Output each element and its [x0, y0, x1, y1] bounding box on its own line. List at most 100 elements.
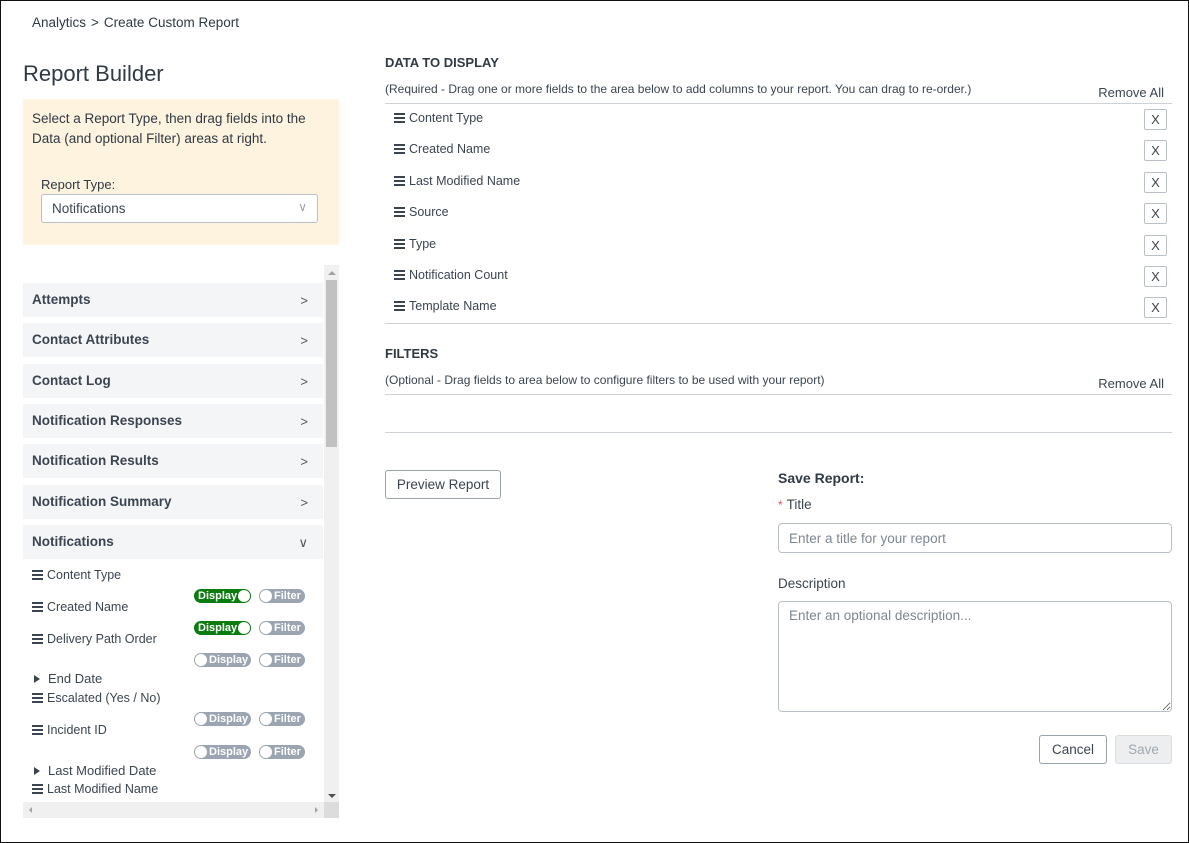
page-title: Report Builder	[23, 61, 164, 86]
toggle-label: Filter	[274, 622, 301, 634]
toggle-label: Display	[198, 622, 238, 634]
toggle-knob	[238, 590, 250, 602]
field-label: Last Modified Name	[47, 782, 159, 796]
filters-drop-area[interactable]	[385, 395, 1172, 432]
breadcrumb: Analytics > Create Custom Report	[32, 15, 239, 30]
remove-column-button[interactable]: X	[1144, 109, 1167, 130]
field-label: Delivery Path Order	[47, 632, 157, 646]
column-label: Content Type	[409, 111, 484, 125]
vertical-scrollbar[interactable]	[324, 265, 339, 802]
filter-toggle[interactable]: Filter	[259, 621, 305, 635]
toggle-knob	[238, 622, 250, 634]
field-incident-id[interactable]: Incident ID	[32, 723, 107, 737]
field-delivery-path-order[interactable]: Delivery Path Order	[32, 632, 157, 646]
field-content-type[interactable]: Content Type	[32, 568, 121, 582]
toggle-knob	[260, 590, 272, 602]
accordion-label: Notification Summary	[32, 494, 172, 509]
display-column-row[interactable]: Created Name	[394, 142, 490, 156]
drag-handle-icon	[394, 207, 405, 217]
drag-handle-icon	[394, 270, 405, 280]
chevron-right-icon: >	[300, 454, 308, 469]
display-toggle[interactable]: Display	[194, 653, 251, 667]
intro-panel: Select a Report Type, then drag fields i…	[23, 99, 339, 245]
accordion-label: Contact Attributes	[32, 332, 150, 347]
report-title-input[interactable]	[778, 523, 1172, 553]
remove-column-button[interactable]: X	[1144, 266, 1167, 287]
breadcrumb-current: Create Custom Report	[103, 15, 239, 30]
filter-toggle[interactable]: Filter	[259, 653, 305, 667]
fields-panel: Attempts > Contact Attributes > Contact Lo…	[23, 265, 339, 818]
display-column-row[interactable]: Template Name	[394, 299, 497, 313]
display-column-row[interactable]: Content Type	[394, 111, 483, 125]
toggle-label: Display	[198, 590, 238, 602]
remove-column-button[interactable]: X	[1144, 235, 1167, 256]
title-label: * Title	[778, 497, 812, 512]
display-column-row[interactable]: Source	[394, 205, 449, 219]
field-last-modified-name[interactable]: Last Modified Name	[32, 782, 158, 796]
horizontal-scrollbar[interactable]	[23, 802, 324, 818]
cancel-button[interactable]: Cancel	[1039, 735, 1107, 764]
accordion-attempts[interactable]: Attempts >	[23, 283, 323, 317]
breadcrumb-analytics[interactable]: Analytics	[32, 15, 86, 30]
caret-right-icon	[34, 767, 40, 775]
report-type-select[interactable]: Notifications ∨	[41, 194, 318, 223]
field-group-last-modified-date[interactable]: Last Modified Date	[32, 763, 156, 778]
toggle-knob	[260, 746, 272, 758]
remove-column-button[interactable]: X	[1144, 297, 1167, 318]
display-column-row[interactable]: Type	[394, 237, 436, 251]
chevron-right-icon: >	[300, 495, 308, 510]
accordion-contact-log[interactable]: Contact Log >	[23, 364, 323, 398]
accordion-notification-responses[interactable]: Notification Responses >	[23, 404, 323, 438]
accordion-label: Attempts	[32, 292, 91, 307]
filter-toggle[interactable]: Filter	[259, 712, 305, 726]
drag-handle-icon	[394, 113, 405, 123]
field-group-end-date[interactable]: End Date	[32, 671, 102, 686]
scroll-right-arrow[interactable]	[315, 807, 318, 813]
divider	[385, 103, 1172, 104]
accordion-notification-results[interactable]: Notification Results >	[23, 444, 323, 478]
scroll-up-arrow[interactable]	[328, 271, 336, 275]
remove-column-button[interactable]: X	[1144, 203, 1167, 224]
column-label: Type	[409, 237, 437, 251]
scroll-left-arrow[interactable]	[29, 807, 32, 813]
report-type-label: Report Type:	[41, 177, 116, 192]
accordion-notification-summary[interactable]: Notification Summary >	[23, 485, 323, 519]
accordion-label: Notifications	[32, 534, 114, 549]
display-toggle[interactable]: Display	[194, 621, 251, 635]
field-escalated[interactable]: Escalated (Yes / No)	[32, 691, 160, 705]
divider	[385, 323, 1172, 324]
remove-column-button[interactable]: X	[1144, 172, 1167, 193]
field-created-name[interactable]: Created Name	[32, 600, 128, 614]
drag-handle-icon	[394, 176, 405, 186]
remove-all-columns-button[interactable]: Remove All	[1098, 85, 1164, 100]
display-toggle[interactable]: Display	[194, 712, 251, 726]
toggle-label: Display	[209, 654, 249, 666]
scroll-down-arrow[interactable]	[328, 794, 336, 798]
report-description-input[interactable]	[778, 601, 1172, 712]
breadcrumb-separator: >	[91, 15, 99, 30]
accordion-contact-attributes[interactable]: Contact Attributes >	[23, 323, 323, 357]
toggle-knob	[195, 713, 207, 725]
intro-text: Select a Report Type, then drag fields i…	[32, 111, 306, 146]
field-label: Created Name	[47, 600, 129, 614]
accordion-notifications[interactable]: Notifications ∨	[23, 525, 323, 559]
toggle-label: Filter	[274, 746, 301, 758]
preview-report-button[interactable]: Preview Report	[385, 470, 501, 499]
filter-toggle[interactable]: Filter	[259, 745, 305, 759]
column-label: Source	[409, 205, 449, 219]
field-label: End Date	[48, 671, 103, 686]
display-column-row[interactable]: Notification Count	[394, 268, 508, 282]
chevron-right-icon: >	[300, 414, 308, 429]
save-button[interactable]: Save	[1115, 735, 1172, 764]
display-toggle[interactable]: Display	[194, 589, 251, 603]
scrollbar-thumb[interactable]	[326, 280, 337, 447]
display-toggle[interactable]: Display	[194, 745, 251, 759]
display-column-row[interactable]: Last Modified Name	[394, 174, 520, 188]
divider	[385, 432, 1172, 433]
chevron-right-icon: >	[300, 293, 308, 308]
filter-toggle[interactable]: Filter	[259, 589, 305, 603]
drag-handle-icon	[32, 693, 43, 703]
toggle-knob	[260, 654, 272, 666]
remove-column-button[interactable]: X	[1144, 140, 1167, 161]
remove-all-filters-button[interactable]: Remove All	[1098, 376, 1164, 391]
